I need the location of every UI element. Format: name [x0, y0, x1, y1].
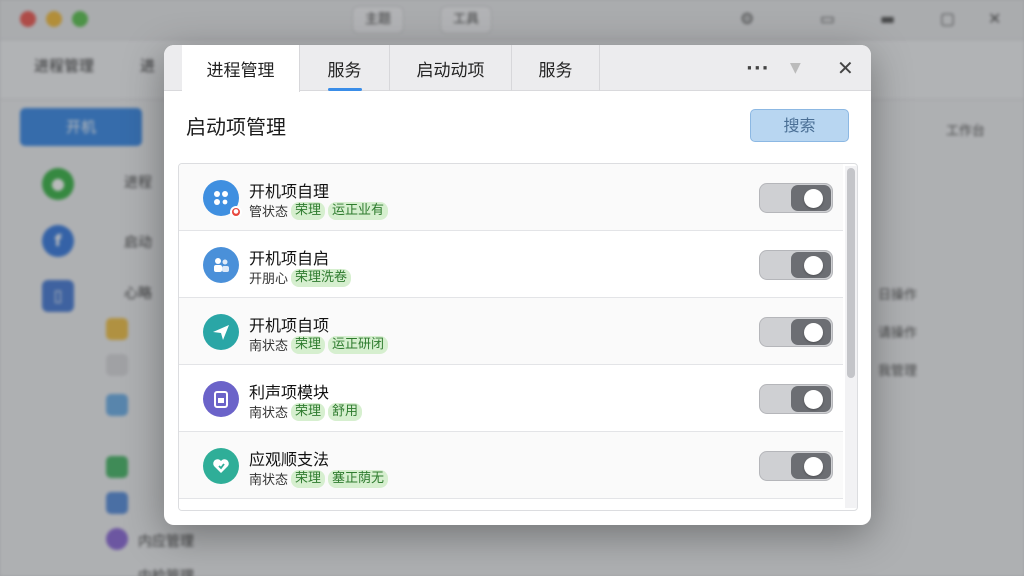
- item-name: 应观顺支法: [249, 450, 330, 469]
- status-tag: 运正业有: [328, 201, 389, 220]
- status-tag: 荣理: [291, 402, 326, 421]
- item-status: 开朋心 荣理洗卷: [249, 268, 352, 287]
- status-tag: 塞正荫无: [328, 469, 389, 488]
- list-item[interactable]: [179, 499, 843, 510]
- status-label: 南状态: [249, 339, 289, 354]
- enable-toggle[interactable]: [759, 183, 833, 213]
- tab-services-2[interactable]: 服务: [512, 45, 600, 91]
- paper-plane-icon: [203, 314, 239, 350]
- enable-toggle[interactable]: [759, 317, 833, 347]
- item-status: 管状态 荣理 运正业有: [249, 201, 389, 220]
- startup-item-list: ● 开机项自理 管状态 荣理 运正业有 开机项自启 开朋心 荣理洗卷 开机项自项…: [178, 163, 858, 511]
- list-item[interactable]: 开机项自项 南状态 荣理 运正研闭: [179, 298, 843, 365]
- enable-toggle[interactable]: [759, 384, 833, 414]
- clipboard-icon: [203, 381, 239, 417]
- alert-badge-icon: ●: [230, 206, 242, 218]
- status-tag: 荣理洗卷: [291, 268, 352, 287]
- status-label: 开朋心: [249, 272, 289, 287]
- tab-startup-items[interactable]: 启动动项: [390, 45, 512, 91]
- dialog-tabbar: 进程管理 服务 启动动项 服务 ··· ▼ ✕: [164, 45, 871, 92]
- section-title: 启动项管理: [186, 115, 286, 139]
- tab-indicator: [327, 88, 362, 91]
- startup-manager-dialog: 进程管理 服务 启动动项 服务 ··· ▼ ✕ 启动项管理 搜索 ● 开机项自理…: [164, 45, 871, 525]
- enable-toggle[interactable]: [759, 451, 833, 481]
- status-tag: 运正研闭: [328, 335, 389, 354]
- status-tag: 舒用: [328, 402, 363, 421]
- tab-label: 服务: [538, 60, 573, 81]
- status-label: 南状态: [249, 473, 289, 488]
- list-scrollbar[interactable]: [845, 166, 857, 508]
- cluster-icon: ●: [203, 180, 242, 218]
- list-item[interactable]: 开机项自启 开朋心 荣理洗卷: [179, 231, 843, 298]
- item-name: 开机项自启: [249, 249, 330, 268]
- heart-shield-icon: [203, 448, 239, 484]
- search-button[interactable]: 搜索: [750, 109, 849, 142]
- status-tag: 荣理: [291, 335, 326, 354]
- list-item[interactable]: 利声项模块 南状态 荣理 舒用: [179, 365, 843, 432]
- tab-label: 启动动项: [416, 60, 485, 81]
- status-tag: 荣理: [291, 201, 326, 220]
- tab-services[interactable]: 服务: [300, 45, 390, 91]
- item-name: 开机项自项: [249, 316, 330, 335]
- tab-label: 服务: [327, 60, 362, 81]
- list-item[interactable]: 应观顺支法 南状态 荣理 塞正荫无: [179, 432, 843, 499]
- item-name: 利声项模块: [249, 383, 330, 402]
- item-name: 开机项自理: [249, 182, 330, 201]
- status-tag: 荣理: [291, 469, 326, 488]
- users-icon: [203, 247, 239, 283]
- status-label: 管状态: [249, 205, 289, 220]
- enable-toggle[interactable]: [759, 250, 833, 280]
- status-label: 南状态: [249, 406, 289, 421]
- scroll-thumb[interactable]: [847, 168, 855, 378]
- list-item[interactable]: ● 开机项自理 管状态 荣理 运正业有: [179, 164, 843, 231]
- close-icon[interactable]: ✕: [837, 45, 854, 91]
- item-status: 南状态 荣理 塞正荫无: [249, 469, 389, 488]
- ellipsis-icon[interactable]: ···: [746, 45, 770, 91]
- tab-label: 进程管理: [206, 61, 275, 81]
- item-status: 南状态 荣理 运正研闭: [249, 335, 389, 354]
- chevron-down-icon[interactable]: ▼: [790, 45, 801, 91]
- tab-process-manage[interactable]: 进程管理: [182, 45, 300, 92]
- item-status: 南状态 荣理 舒用: [249, 402, 363, 421]
